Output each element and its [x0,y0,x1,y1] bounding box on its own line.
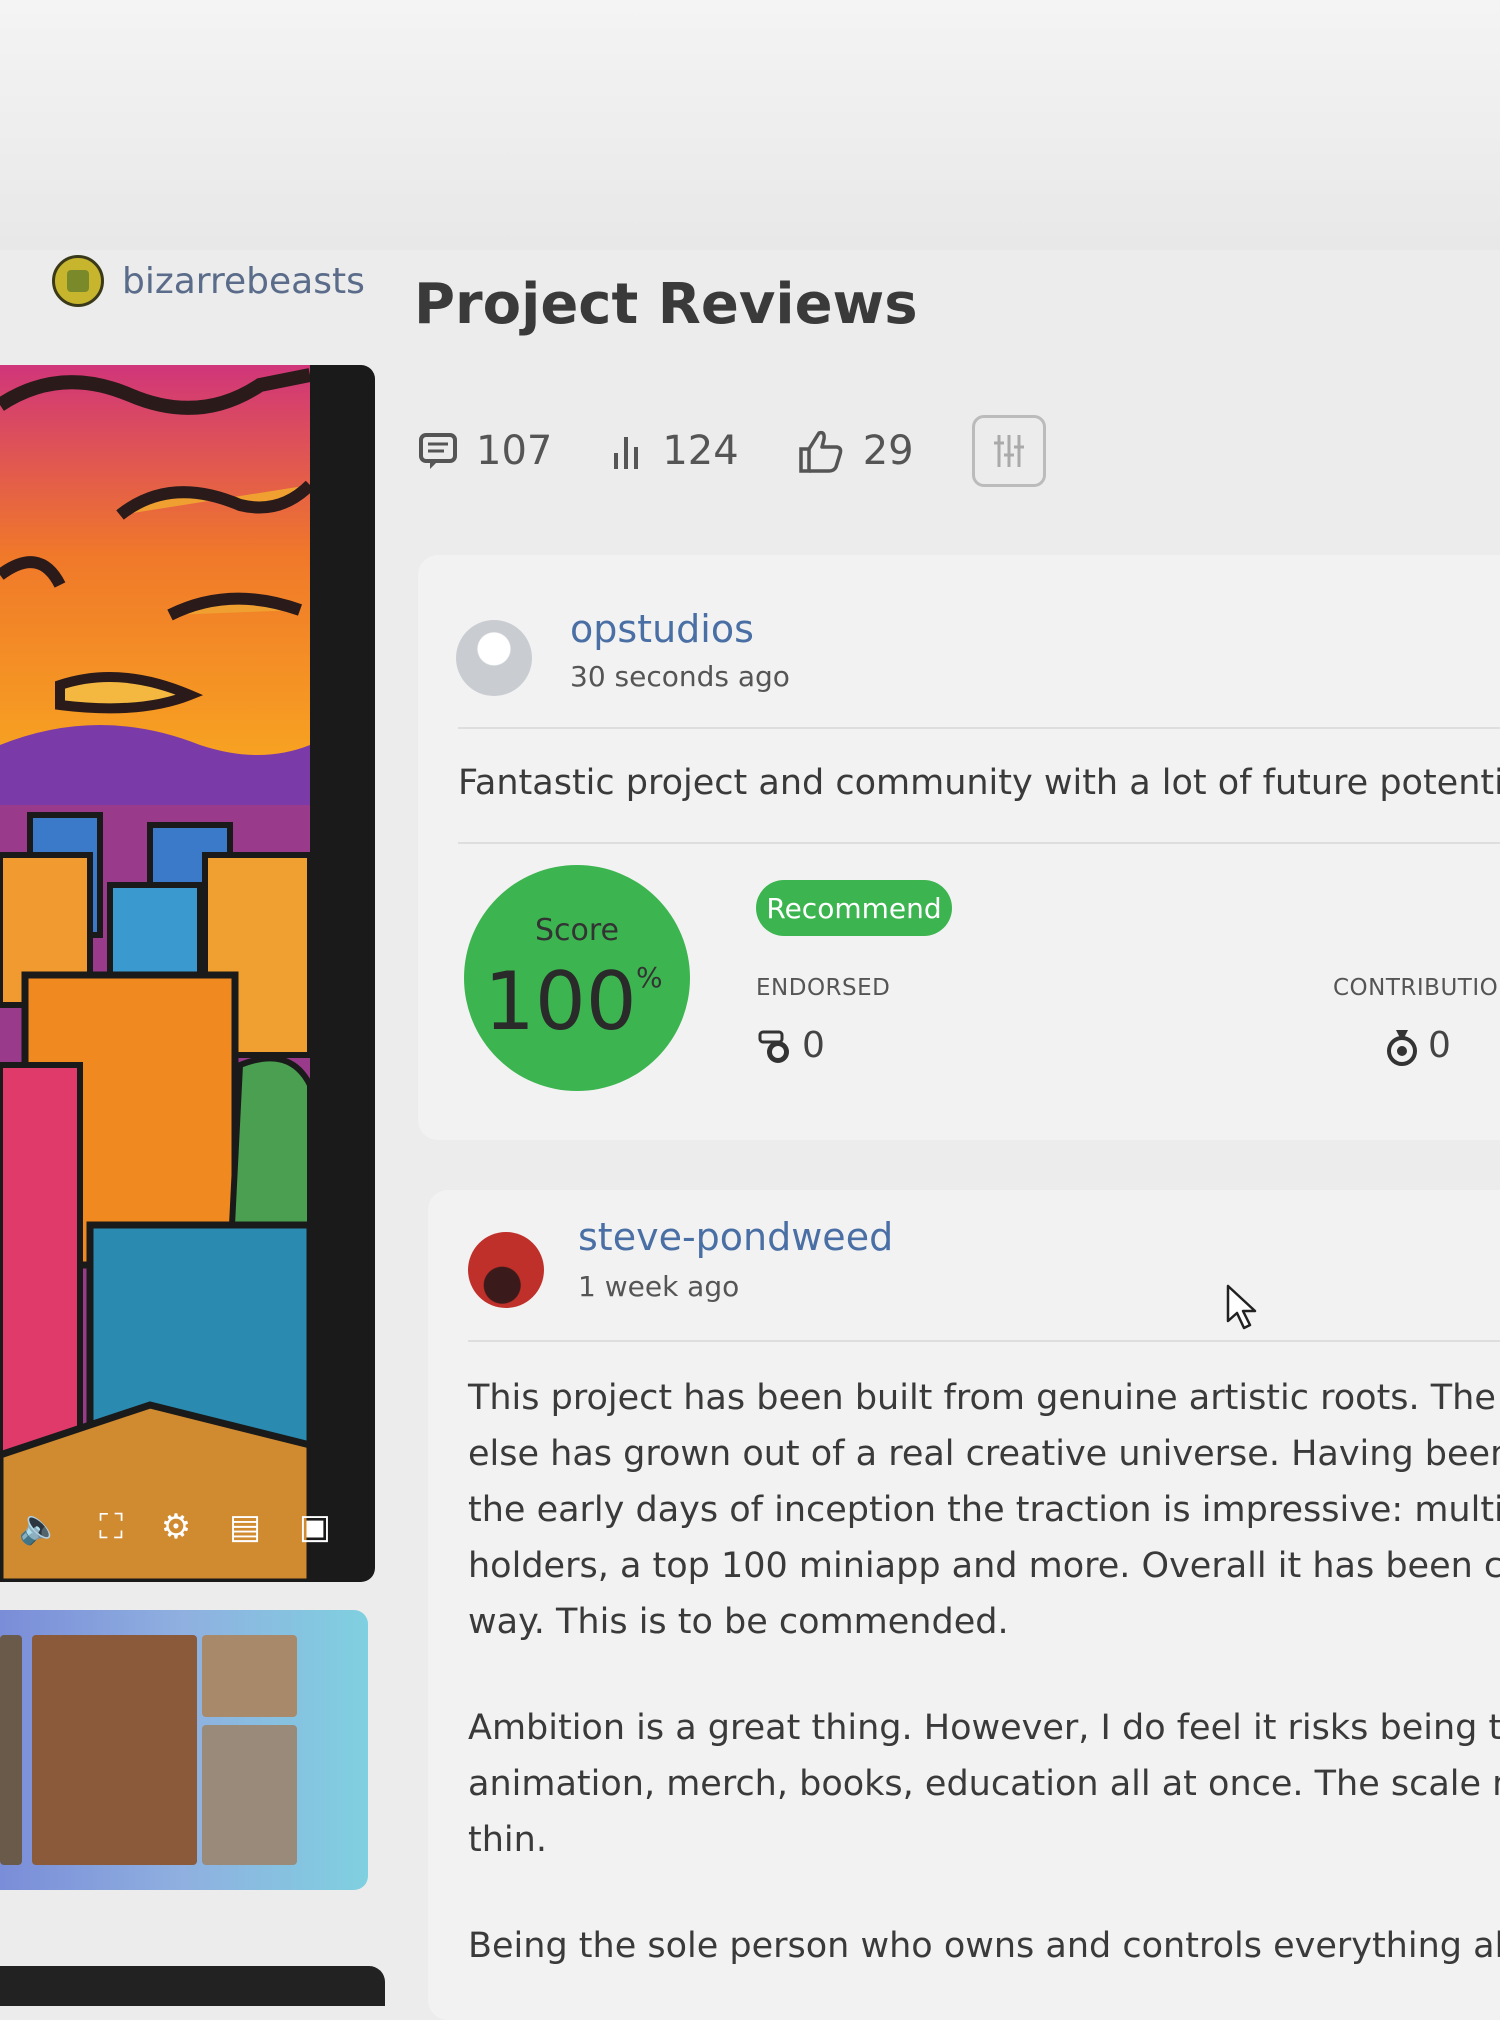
bar-chart-icon [614,437,639,469]
divider [458,727,1500,729]
comments-count: 107 [476,428,553,474]
top-background [0,0,1500,250]
review-line: animation, merch, books, education all a… [468,1764,1500,1804]
thumbnail-image[interactable] [202,1635,297,1717]
score-label: Score [534,913,620,948]
thumbnail-strip[interactable] [0,1610,368,1890]
bottom-panel [0,1966,385,2006]
contribution-value: 0 [1428,1025,1451,1066]
likes-count: 29 [862,428,914,474]
review-time: 1 week ago [578,1270,740,1303]
video-controls: 🔈 ⛶ ⚙ ▤ ▣ [0,1492,350,1562]
review-time: 30 seconds ago [570,660,790,693]
author-block[interactable]: bizarrebeasts [52,255,365,307]
thumbnail-image[interactable] [32,1635,197,1865]
divider [458,842,1500,844]
review-paragraph: This project has been built from genuine… [468,1370,1500,1650]
review-line: else has grown out of a real creative un… [468,1434,1500,1474]
miniplayer-icon[interactable]: ▣ [299,1507,331,1547]
endorse-icon [758,1030,789,1063]
page-title: Project Reviews [414,272,918,337]
comment-icon [419,433,457,469]
review-paragraph: Being the sole person who owns and contr… [468,1918,1500,1974]
user-avatar[interactable] [456,620,532,696]
contribution-label: CONTRIBUTIO [1333,975,1499,1001]
thumbnail-image[interactable] [0,1635,22,1865]
review-text: This project has been built from genuine… [468,1370,1500,1974]
review-line: thin. [468,1820,547,1860]
video-player[interactable]: 🔈 ⛶ ⚙ ▤ ▣ [0,365,375,1582]
views-stat[interactable]: 124 [610,428,739,474]
review-line: Being the sole person who owns and contr… [468,1926,1500,1966]
review-line: holders, a top 100 miniapp and more. Ove… [468,1546,1500,1586]
review-line: way. This is to be commended. [468,1602,1009,1642]
stats-bar: 107 124 29 [418,415,1046,487]
cast-icon[interactable]: ▤ [229,1507,261,1547]
reviewer-name[interactable]: opstudios [570,607,754,651]
endorsed-value: 0 [802,1025,825,1066]
comments-stat[interactable]: 107 [418,428,552,474]
video-artwork [0,365,310,1582]
views-count: 124 [662,428,739,474]
contribution-icon [1387,1029,1417,1066]
endorsed-label: ENDORSED [756,975,891,1001]
fullscreen-icon[interactable]: ⛶ [99,1507,123,1547]
likes-stat[interactable]: 29 [797,427,914,475]
contribution-count[interactable]: 0 [1382,1025,1451,1066]
settings-icon[interactable]: ⚙ [161,1507,191,1547]
thumbs-up-icon [798,430,843,473]
score-value: 100 [484,955,637,1048]
review-card: steve-pondweed 1 week ago This project h… [428,1190,1500,2020]
score-unit: % [636,961,663,994]
volume-icon[interactable]: 🔈 [19,1507,61,1547]
thumbnail-image[interactable] [202,1725,297,1865]
recommend-badge: Recommend [756,880,952,936]
endorsed-count[interactable]: 0 [756,1025,825,1066]
filter-button[interactable] [971,415,1046,487]
user-avatar[interactable] [468,1232,544,1308]
author-avatar[interactable] [52,255,104,307]
author-name[interactable]: bizarrebeasts [122,261,365,302]
reviewer-name[interactable]: steve-pondweed [578,1215,893,1259]
review-line: Ambition is a great thing. However, I do… [468,1708,1500,1748]
sliders-icon [993,435,1024,467]
review-line: This project has been built from genuine… [468,1378,1500,1418]
mouse-cursor-icon [1226,1284,1257,1330]
review-text: Fantastic project and community with a l… [458,763,1500,803]
review-paragraph: Ambition is a great thing. However, I do… [468,1700,1500,1868]
score-circle: Score 100 % [464,865,690,1091]
review-line: the early days of inception the traction… [468,1490,1500,1530]
divider [468,1340,1500,1342]
review-card: opstudios 30 seconds ago Fantastic proje… [418,555,1500,1140]
